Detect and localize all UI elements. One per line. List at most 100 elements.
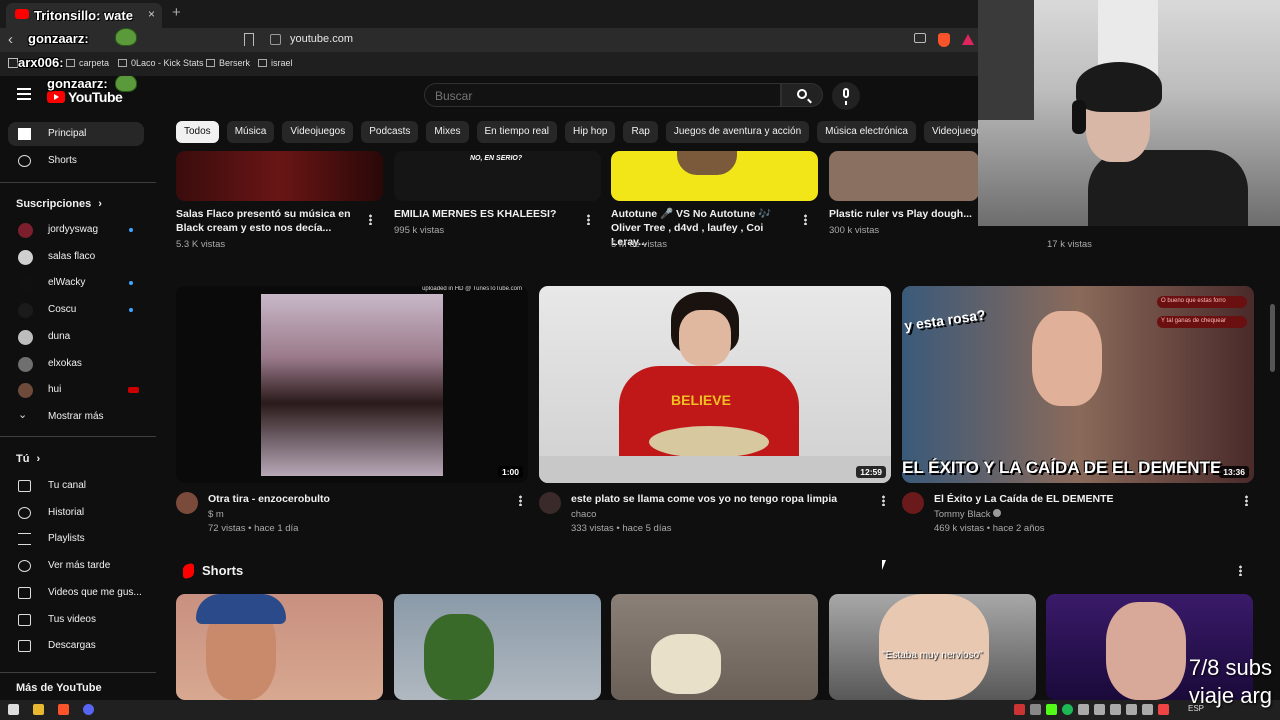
sidebar-item-playlist[interactable]: Playlists [8,527,144,551]
brave-icon[interactable] [58,704,69,715]
bookmark-folder[interactable]: israel [258,58,293,68]
sidebar-item-subscription[interactable]: elWacky [8,271,144,295]
channel-name-row[interactable]: $ m [208,509,224,520]
sidebar-item-watch-later[interactable]: Ver más tarde [8,554,144,578]
video-thumbnail[interactable]: y esta rosa? O bueno que estas forro Y t… [902,286,1254,483]
site-info-icon[interactable] [270,34,281,45]
bookmark-folder[interactable]: carpeta [66,58,109,68]
video-title[interactable]: EMILIA MERNES ES KHALEESI? [394,207,574,221]
subscriptions-heading[interactable]: Suscripciones › [16,198,102,210]
tray-app-icon[interactable] [1094,704,1105,715]
sidebar-item-show-more[interactable]: ⌄ Mostrar más [8,405,144,429]
filter-chip[interactable]: Música [226,121,275,143]
tray-app-icon[interactable] [1014,704,1025,715]
channel-avatar[interactable] [539,492,561,514]
url-field[interactable]: youtube.com [290,33,353,45]
video-menu-icon[interactable] [1245,495,1248,506]
video-title[interactable]: Salas Flaco presentó su música en Black … [176,207,356,235]
channel-name[interactable]: Tommy Black [934,509,990,520]
apps-icon[interactable] [8,58,18,68]
video-thumbnail[interactable] [176,151,383,201]
video-menu-icon[interactable] [369,214,372,225]
sidebar-item-like[interactable]: Videos que me gus... [8,581,144,605]
channel-avatar[interactable] [902,492,924,514]
short-face [1106,602,1186,700]
sidebar-item-subscription[interactable]: salas flaco [8,245,144,269]
filter-chip[interactable]: En tiempo real [476,121,557,143]
kick-icon[interactable] [1046,704,1057,715]
filter-chip[interactable]: Rap [623,121,658,143]
menu-icon[interactable] [17,88,31,100]
back-button[interactable]: ‹ [8,31,13,48]
brave-shield-icon[interactable] [938,33,950,47]
sidebar-item-subscription[interactable]: elxokas [8,352,144,376]
video-menu-icon[interactable] [587,214,590,225]
sidebar-item-shorts[interactable]: Shorts [8,149,144,173]
search-button[interactable] [781,83,823,107]
discord-icon[interactable] [83,704,94,715]
sidebar-item-history[interactable]: Historial [8,501,144,525]
channel-name[interactable]: $ m [208,509,224,520]
filter-chip[interactable]: Videojuegos de es [923,121,980,143]
channel-name[interactable]: chaco [571,509,596,520]
shorts-menu-icon[interactable] [1239,565,1242,576]
close-tab-icon[interactable]: × [148,7,155,21]
youtube-logo[interactable]: YouTube [47,89,123,105]
tray-app-icon[interactable] [1078,704,1089,715]
voice-search-button[interactable] [832,82,860,110]
spotify-icon[interactable] [1062,704,1073,715]
sidebar-item-home[interactable]: Principal [8,122,144,146]
network-icon[interactable] [1126,704,1137,715]
bookmark-item[interactable]: 0Laco - Kick Stats [118,58,204,68]
sidebar-item-subscription[interactable]: hui [8,378,144,402]
watch-later-icon [18,560,31,573]
short-item[interactable]: "Estaba muy nervioso" [829,594,1036,700]
bookmark-icon[interactable] [244,33,254,46]
file-explorer-icon[interactable] [33,704,44,715]
channel-name-row[interactable]: Tommy Black [934,509,1002,520]
filter-chip[interactable]: Juegos de aventura y acción [665,121,810,143]
tray-app-icon[interactable] [1030,704,1041,715]
video-thumbnail[interactable] [829,151,979,201]
video-thumbnail[interactable] [611,151,818,201]
channel-name-row[interactable]: chaco [571,509,596,520]
channel-avatar[interactable] [176,492,198,514]
short-item[interactable] [176,594,383,700]
volume-icon[interactable] [1110,704,1121,715]
filter-chip[interactable]: Videojuegos [282,121,354,143]
sidebar-item-subscription[interactable]: Coscu [8,298,144,322]
video-title[interactable]: este plato se llama come vos yo no tengo… [571,492,871,506]
video-title[interactable]: El Éxito y La Caída de EL DEMENTE [934,492,1234,506]
bookmark-item[interactable]: Berserk [206,58,250,68]
cast-icon[interactable] [914,33,926,43]
video-menu-icon[interactable] [519,495,522,506]
tray-app-icon[interactable] [1158,704,1169,715]
tray-app-icon[interactable] [1142,704,1153,715]
sidebar-item-your-videos[interactable]: Tus videos [8,608,144,632]
rewards-icon[interactable] [962,34,974,45]
you-heading[interactable]: Tú › [16,453,40,465]
video-menu-icon[interactable] [804,214,807,225]
windows-start-icon[interactable] [8,704,19,715]
video-menu-icon[interactable] [882,495,885,506]
short-item[interactable] [394,594,601,700]
filter-chip[interactable]: Todos [176,121,219,143]
sidebar-item-download[interactable]: Descargas [8,634,144,658]
new-tab-button[interactable]: + [172,4,181,21]
video-thumbnail[interactable]: BELIEVE 12:59 [539,286,891,483]
short-item[interactable] [611,594,818,700]
search-input[interactable] [435,89,765,103]
sidebar-item-channel[interactable]: Tu canal [8,474,144,498]
browser-tab[interactable]: Tritonsillo: wate × [6,3,162,28]
page-scrollbar[interactable] [1270,304,1275,372]
chat-overlay-name: arx006: [18,55,64,70]
filter-chip[interactable]: Podcasts [361,121,419,143]
video-title[interactable]: Otra tira - enzocerobulto [208,492,508,506]
sidebar-item-subscription[interactable]: jordyyswag [8,218,144,242]
filter-chip[interactable]: Hip hop [565,121,616,143]
sidebar-item-subscription[interactable]: duna [8,325,144,349]
filter-chip[interactable]: Música electrónica [817,121,916,143]
video-thumbnail[interactable]: uploaded in HD @ TunesToTube.com 1:00 [176,286,528,483]
video-thumbnail[interactable]: NO, EN SERIO? [394,151,601,201]
filter-chip[interactable]: Mixes [426,121,469,143]
